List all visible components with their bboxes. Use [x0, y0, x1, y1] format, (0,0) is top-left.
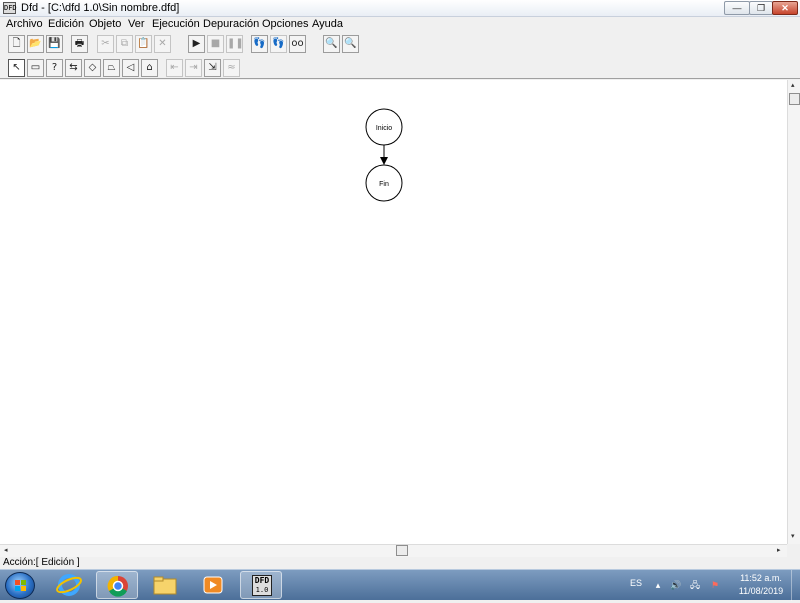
clock-time[interactable]: 11:52 a.m.	[734, 573, 788, 583]
zoom-in-icon[interactable]: 🔍	[342, 35, 359, 53]
action-center-flag-icon[interactable]: ⚑	[710, 580, 720, 590]
menu-edicion[interactable]: Edición	[48, 18, 84, 30]
read-icon[interactable]: ?	[46, 59, 63, 77]
horizontal-scrollbar[interactable]: ◂ ▸	[0, 544, 787, 557]
menu-opciones[interactable]: Opciones	[262, 18, 308, 30]
status-text: Acción:[ Edición ]	[3, 557, 80, 568]
zoom-out-icon[interactable]: 🔍	[323, 35, 340, 53]
taskbar: DFD 1.0 ES ▴ 🔊 🖧 ⚑ 11:52 a.m. 11/08/2019	[0, 569, 800, 601]
menu-ver[interactable]: Ver	[128, 18, 145, 30]
menu-ayuda[interactable]: Ayuda	[312, 18, 343, 30]
vertical-scroll-thumb[interactable]	[789, 93, 800, 105]
watch-icon[interactable]: oo	[289, 35, 306, 53]
menu-objeto[interactable]: Objeto	[89, 18, 121, 30]
status-bar: Acción:[ Edición ]	[0, 557, 800, 569]
taskbar-internet-explorer[interactable]	[48, 571, 90, 599]
loop-for-icon[interactable]: ⏢	[103, 59, 120, 77]
network-icon[interactable]: 🖧	[690, 580, 700, 590]
internet-explorer-icon	[56, 574, 82, 596]
step-icon[interactable]: 👣	[251, 35, 268, 53]
stop-icon[interactable]: ■	[207, 35, 224, 53]
media-player-icon	[203, 576, 223, 594]
run-icon[interactable]: ▶	[188, 35, 205, 53]
scroll-left-arrow[interactable]: ◂	[4, 546, 8, 554]
objects-toolbar: ↖ ▭ ? ⇆ ◇ ⏢ ◁ ⌂ ⇤ ⇥ ⇲ ≈	[0, 57, 800, 79]
horizontal-scroll-thumb[interactable]	[396, 545, 408, 556]
flowchart-canvas[interactable]: Inicio Fin	[0, 80, 787, 544]
title-bar: DFD Dfd - [C:\dfd 1.0\Sin nombre.dfd] — …	[0, 0, 800, 17]
taskbar-media-player[interactable]	[192, 571, 234, 599]
subprogram-icon[interactable]: ⌂	[141, 59, 158, 77]
insert-after-icon[interactable]: ⇥	[185, 59, 202, 77]
taskbar-file-explorer[interactable]	[144, 571, 186, 599]
flowchart-svg: Inicio Fin	[365, 108, 403, 202]
save-icon[interactable]: 💾	[46, 35, 63, 53]
taskbar-dfd[interactable]: DFD 1.0	[240, 571, 282, 599]
pause-icon[interactable]: ❚❚	[226, 35, 244, 53]
assign-icon[interactable]: ▭	[27, 59, 44, 77]
paste-icon[interactable]: 📋	[135, 35, 152, 53]
volume-icon[interactable]: 🔊	[670, 580, 681, 590]
menu-depuracion[interactable]: Depuración	[203, 18, 259, 30]
tray-expand-icon[interactable]: ▴	[653, 580, 663, 590]
new-file-icon[interactable]: 🗋	[8, 35, 25, 53]
loop-while-icon[interactable]: ◁	[122, 59, 139, 77]
write-icon[interactable]: ⇆	[65, 59, 82, 77]
menu-ejecucion[interactable]: Ejecución	[152, 18, 200, 30]
dfd-icon-version: 1.0	[255, 586, 269, 594]
end-node-label: Fin	[379, 181, 389, 188]
clock-date[interactable]: 11/08/2019	[734, 586, 788, 596]
dfd-app-icon: DFD 1.0	[252, 575, 272, 596]
show-desktop-button[interactable]	[791, 570, 800, 601]
close-button[interactable]: ✕	[772, 1, 798, 15]
minimize-button[interactable]: —	[724, 1, 750, 15]
windows-start-icon[interactable]	[5, 572, 35, 599]
insert-before-icon[interactable]: ⇤	[166, 59, 183, 77]
windows-logo-icon	[15, 580, 26, 591]
vertical-scrollbar[interactable]: ▴ ▾	[787, 80, 800, 544]
scroll-right-arrow[interactable]: ▸	[777, 546, 781, 554]
decision-icon[interactable]: ◇	[84, 59, 101, 77]
chrome-icon	[107, 575, 128, 597]
step-out-icon[interactable]: 👣	[270, 35, 287, 53]
scroll-up-arrow[interactable]: ▴	[791, 81, 795, 89]
language-indicator[interactable]: ES	[630, 578, 642, 588]
print-icon[interactable]: 🖶	[71, 35, 88, 53]
menu-archivo[interactable]: Archivo	[6, 18, 43, 30]
cut-icon[interactable]: ✂	[97, 35, 114, 53]
main-toolbar: 🗋 📂 💾 🖶 ✂ ⧉ 📋 ✕ ▶ ■ ❚❚ 👣 👣 oo 🔍 🔍	[0, 33, 800, 55]
maximize-button[interactable]: ❐	[749, 1, 773, 15]
scroll-down-arrow[interactable]: ▾	[791, 532, 795, 540]
copy-icon[interactable]: ⧉	[116, 35, 133, 53]
remove-object-icon[interactable]: ≈	[223, 59, 240, 77]
delete-icon[interactable]: ✕	[154, 35, 171, 53]
taskbar-chrome[interactable]	[96, 571, 138, 599]
pointer-icon[interactable]: ↖	[8, 59, 25, 77]
menu-bar: Archivo Edición Objeto Ver Ejecución Dep…	[0, 17, 800, 33]
folder-icon	[153, 576, 177, 595]
dfd-icon-label: DFD	[254, 576, 270, 585]
open-folder-icon[interactable]: 📂	[27, 35, 44, 53]
insert-out-icon[interactable]: ⇲	[204, 59, 221, 77]
window-title: Dfd - [C:\dfd 1.0\Sin nombre.dfd]	[21, 2, 180, 14]
start-node-label: Inicio	[376, 125, 392, 132]
app-icon: DFD	[3, 2, 17, 14]
